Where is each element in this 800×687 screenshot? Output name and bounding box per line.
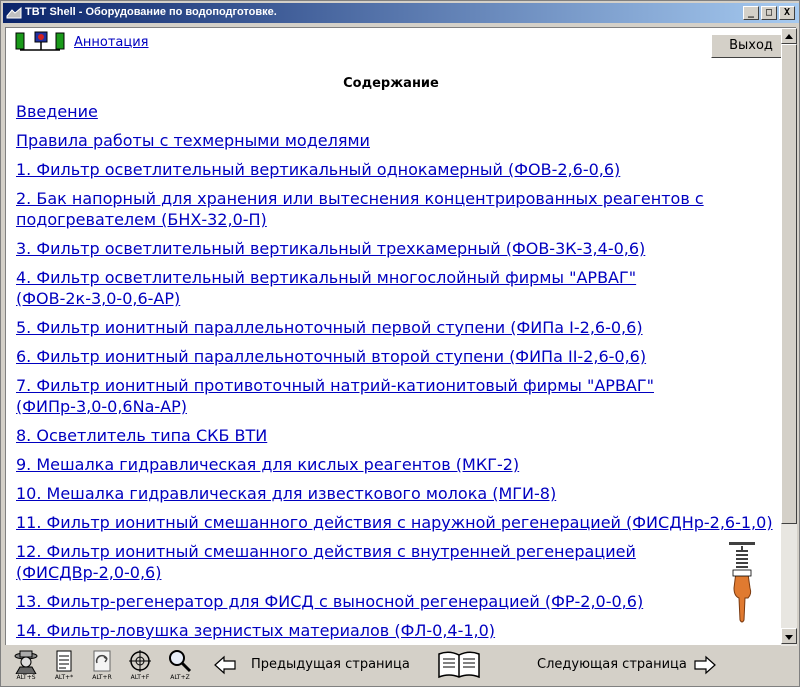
hotkey-label: ALT+R: [92, 674, 112, 681]
toc-link[interactable]: Правила работы с техмерными моделями: [16, 130, 776, 151]
toc-link[interactable]: 13. Фильтр-регенератор для ФИСД с выносн…: [16, 591, 776, 612]
toc-link[interactable]: 8. Осветлитель типа СКБ ВТИ: [16, 425, 776, 446]
detective-tool-button[interactable]: ALT+S: [11, 648, 41, 684]
minimize-button[interactable]: _: [743, 6, 759, 20]
toc-link-line: Введение: [16, 102, 98, 121]
maximize-button[interactable]: □: [761, 6, 777, 20]
previous-page-button[interactable]: Предыдущая страница: [251, 657, 410, 672]
toc-link[interactable]: 2. Бак напорный для хранения или вытесне…: [16, 188, 776, 230]
toc-link-line: 13. Фильтр-регенератор для ФИСД с выносн…: [16, 592, 644, 611]
target-icon: [129, 650, 151, 672]
toc-link-line: 5. Фильтр ионитный параллельноточный пер…: [16, 318, 643, 337]
zoom-tool-button[interactable]: ALT+Z: [165, 648, 195, 684]
title-bar[interactable]: TBT Shell - Оборудование по водоподготов…: [3, 3, 799, 23]
toc-link-line: 11. Фильтр ионитный смешанного действия …: [16, 513, 773, 532]
toc-link[interactable]: 9. Мешалка гидравлическая для кислых реа…: [16, 454, 776, 475]
toc-link[interactable]: 5. Фильтр ионитный параллельноточный пер…: [16, 317, 776, 338]
refresh-tool-button[interactable]: ALT+R: [87, 648, 117, 684]
toc-link-line: 12. Фильтр ионитный смешанного действия …: [16, 542, 636, 561]
target-tool-button[interactable]: ALT+F: [125, 648, 155, 684]
document-tool-button[interactable]: ALT+*: [49, 648, 79, 684]
content-pane: Аннотация Выход Содержание Введение Прави…: [5, 27, 797, 646]
magnifier-icon: [169, 650, 192, 673]
toc-link[interactable]: 3. Фильтр осветлительный вертикальный тр…: [16, 238, 776, 259]
toc-link-line: 6. Фильтр ионитный параллельноточный вто…: [16, 347, 647, 366]
toc-link[interactable]: 12. Фильтр ионитный смешанного действия …: [16, 541, 776, 583]
refresh-page-icon: [93, 650, 111, 672]
book-icon[interactable]: [437, 650, 481, 680]
network-models-icon: [15, 31, 65, 51]
toc-link-line: 8. Осветлитель типа СКБ ВТИ: [16, 426, 268, 445]
scroll-up-button[interactable]: [781, 28, 797, 44]
toc-link[interactable]: 10. Мешалка гидравлическая для известков…: [16, 483, 776, 504]
arrow-up-icon: [785, 34, 793, 39]
hotkey-label: ALT+*: [54, 674, 74, 681]
scrollbar-thumb[interactable]: [781, 44, 797, 524]
toc-link-line: подогревателем (БНХ-32,0-П): [16, 210, 267, 229]
toc-link[interactable]: Введение: [16, 101, 776, 122]
arrow-right-icon[interactable]: [693, 655, 717, 675]
detective-icon: [14, 650, 38, 674]
close-button[interactable]: X: [779, 6, 795, 20]
toc-link[interactable]: 6. Фильтр ионитный параллельноточный вто…: [16, 346, 776, 367]
toc-link-line: 10. Мешалка гидравлическая для известков…: [16, 484, 557, 503]
arrow-down-icon: [785, 635, 793, 640]
hotkey-label: ALT+F: [130, 674, 150, 681]
toc-link-line: 7. Фильтр ионитный противоточный натрий-…: [16, 376, 654, 395]
exit-button[interactable]: Выход: [711, 34, 791, 58]
document-icon: [56, 650, 72, 672]
toc-link[interactable]: 1. Фильтр осветлительный вертикальный од…: [16, 159, 776, 180]
toc-link[interactable]: 4. Фильтр осветлительный вертикальный мн…: [16, 267, 776, 309]
toc-link-line: 4. Фильтр осветлительный вертикальный мн…: [16, 268, 637, 287]
toc-link[interactable]: 7. Фильтр ионитный противоточный натрий-…: [16, 375, 776, 417]
pointing-hand-icon[interactable]: [726, 542, 758, 624]
page-title: Содержание: [343, 76, 439, 91]
window-title: TBT Shell - Оборудование по водоподготов…: [25, 6, 277, 18]
toc-link-line: Правила работы с техмерными моделями: [16, 131, 370, 150]
toc-link-line: 9. Мешалка гидравлическая для кислых реа…: [16, 455, 520, 474]
toc-link-line: 14. Фильтр-ловушка зернистых материалов …: [16, 621, 496, 640]
next-page-button[interactable]: Следующая страница: [537, 657, 687, 672]
vertical-scrollbar[interactable]: [781, 28, 797, 646]
annotation-link[interactable]: Аннотация: [74, 35, 149, 50]
bottom-toolbar: ALT+S ALT+* ALT+R ALT+F ALT+Z Предыдущая…: [1, 646, 799, 686]
app-icon: [6, 6, 22, 19]
app-window: TBT Shell - Оборудование по водоподготов…: [0, 0, 800, 687]
arrow-left-icon[interactable]: [213, 655, 237, 675]
toc-link[interactable]: 11. Фильтр ионитный смешанного действия …: [16, 512, 776, 533]
hotkey-label: ALT+S: [16, 674, 36, 681]
table-of-contents: Введение Правила работы с техмерными моде…: [16, 101, 776, 649]
hotkey-label: ALT+Z: [170, 674, 190, 681]
toc-link-line: (ФИСДВр-2,0-0,6): [16, 563, 162, 582]
toc-link-line: 1. Фильтр осветлительный вертикальный од…: [16, 160, 621, 179]
toc-link-line: (ФИПр-3,0-0,6Na-АР): [16, 397, 187, 416]
toc-link-line: (ФОВ-2к-3,0-0,6-АР): [16, 289, 181, 308]
toc-link-line: 3. Фильтр осветлительный вертикальный тр…: [16, 239, 646, 258]
toc-link[interactable]: 14. Фильтр-ловушка зернистых материалов …: [16, 620, 776, 641]
scroll-down-button[interactable]: [781, 628, 797, 644]
toc-link-line: 2. Бак напорный для хранения или вытесне…: [16, 189, 704, 208]
